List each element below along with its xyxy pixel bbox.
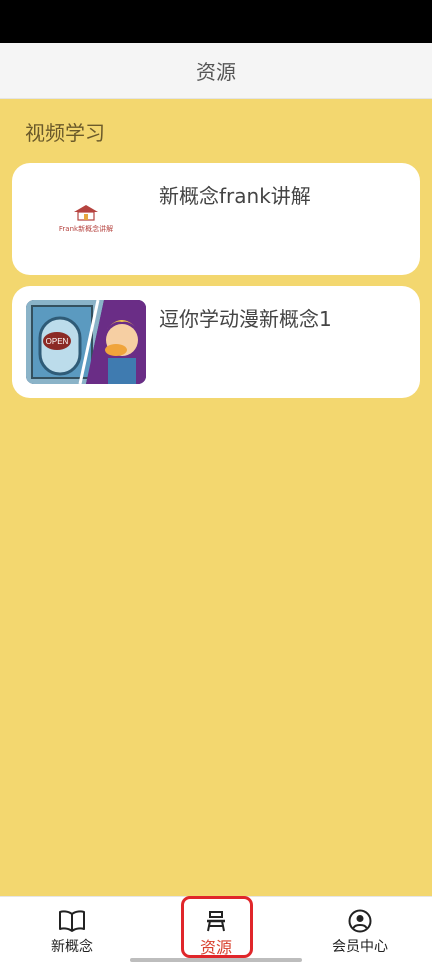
nav-item-member-center[interactable]: 会员中心	[288, 897, 432, 964]
video-card-frank[interactable]: Frank新概念讲解 新概念frank讲解	[12, 163, 420, 275]
cartoon-thumbnail: OPEN	[26, 300, 146, 384]
status-bar	[0, 0, 432, 43]
card-title: 逗你学动漫新概念1	[159, 307, 332, 331]
desk-icon	[207, 911, 225, 932]
page-title: 资源	[196, 60, 236, 84]
house-logo-icon	[74, 205, 98, 221]
nav-item-xingainian[interactable]: 新概念	[0, 897, 144, 964]
nav-item-ziyuan[interactable]: 资源	[144, 897, 288, 964]
section-title: 视频学习	[25, 121, 105, 145]
nav-label: 新概念	[51, 939, 93, 955]
open-sign-text: OPEN	[46, 337, 69, 346]
content-area: 视频学习 Frank新概念讲解 新概念frank讲解 OPEN 逗你学动漫新概念…	[0, 99, 432, 896]
logo-text: Frank新概念讲解	[58, 225, 114, 233]
book-icon	[59, 910, 85, 932]
video-card-cartoon[interactable]: OPEN 逗你学动漫新概念1	[12, 286, 420, 398]
card-title: 新概念frank讲解	[159, 184, 311, 208]
home-indicator	[130, 958, 302, 962]
top-bar: 资源	[0, 43, 432, 99]
frank-logo-thumbnail: Frank新概念讲解	[26, 177, 146, 261]
nav-label: 资源	[199, 938, 232, 957]
bottom-nav: 新概念 资源 会员中心	[0, 896, 432, 964]
nav-label: 会员中心	[332, 939, 388, 955]
user-circle-icon	[348, 909, 372, 933]
